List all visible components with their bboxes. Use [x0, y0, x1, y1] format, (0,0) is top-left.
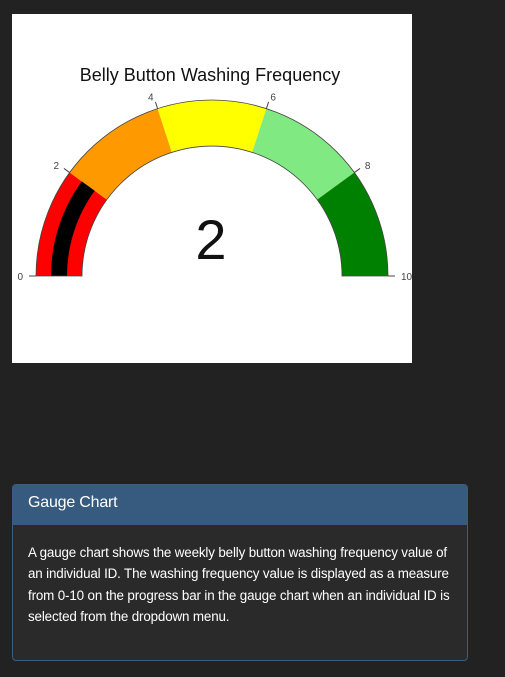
- gauge-info-panel: Gauge Chart A gauge chart shows the week…: [12, 484, 468, 661]
- panel-description: A gauge chart shows the weekly belly but…: [28, 545, 450, 624]
- gauge-tick-label-4: 4: [148, 92, 154, 103]
- gauge-tick-4: [154, 101, 159, 109]
- gauge-tick-6: [265, 101, 270, 109]
- gauge-tick-8: [354, 168, 361, 173]
- gauge-tick-label-10: 10: [401, 272, 412, 283]
- gauge-tick-label-0: 0: [17, 272, 23, 283]
- gauge-value: 2: [195, 208, 226, 271]
- gauge-tick-2: [63, 168, 70, 173]
- gauge-tick-label-2: 2: [54, 161, 60, 172]
- chart-title: Belly Button Washing Frequency: [80, 65, 340, 85]
- gauge-tick-label-8: 8: [365, 161, 371, 172]
- gauge-chart-card: Belly Button Washing Frequency 0 2 4 6 8 10 2: [12, 14, 412, 363]
- gauge-tick-label-6: 6: [270, 92, 276, 103]
- gauge-band-2: [157, 99, 267, 153]
- gauge-chart: Belly Button Washing Frequency 0 2 4 6 8 10 2: [17, 65, 412, 283]
- panel-heading: Gauge Chart: [13, 485, 467, 525]
